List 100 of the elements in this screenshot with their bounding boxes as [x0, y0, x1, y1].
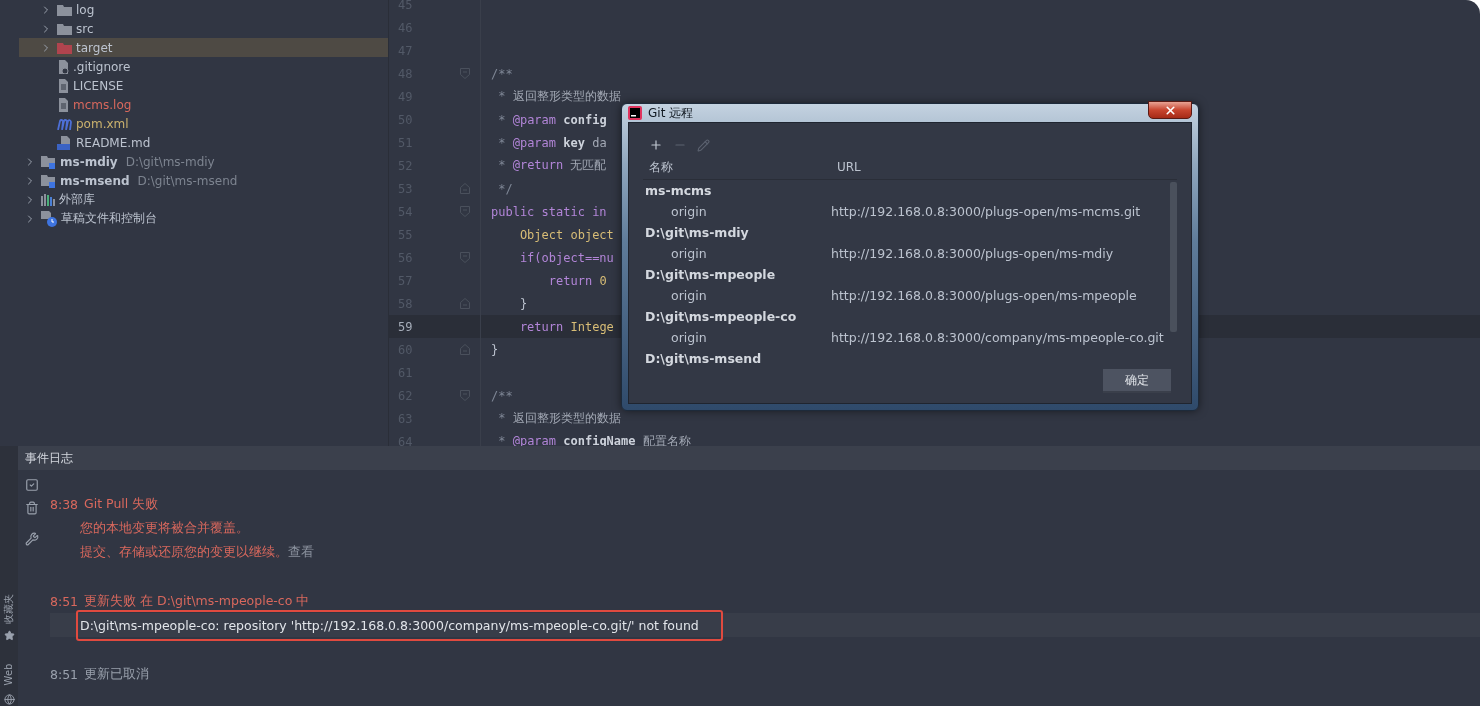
globe-icon — [3, 694, 15, 705]
close-button[interactable] — [1148, 101, 1192, 119]
remote-name: origin — [670, 204, 708, 219]
fold-icon[interactable] — [460, 183, 470, 194]
tree-item[interactable]: ms-msend D:\git\ms-msend — [19, 171, 388, 190]
scratch-file-icon — [41, 210, 57, 227]
fold-icon[interactable] — [460, 298, 470, 309]
repository-name: D:\git\ms-msend — [645, 351, 762, 366]
code-line: } — [518, 296, 528, 311]
remote-name: origin — [670, 288, 708, 303]
ok-button[interactable]: 确定 — [1103, 369, 1171, 393]
folder-icon — [57, 41, 72, 54]
tree-item-label: log — [76, 2, 95, 17]
event-time: 8:51 — [50, 593, 79, 609]
code-line: * 返回整形类型的数据 — [497, 410, 621, 427]
tree-item-label: target — [76, 40, 113, 55]
code-line: * 返回整形类型的数据 — [497, 88, 621, 105]
mark-read-icon[interactable] — [24, 478, 39, 492]
panel-title: 事件日志 — [18, 446, 1480, 470]
tree-item-label: ms-mdiy — [60, 154, 118, 169]
event-title: 更新已取消 — [84, 665, 150, 683]
tree-item[interactable]: pom.xml — [19, 114, 388, 133]
code-line: public static in — [491, 204, 607, 219]
fold-icon[interactable] — [460, 252, 470, 263]
remote-url: http://192.168.0.8:3000/plugs-open/ms-mcms.git — [831, 204, 1142, 219]
tree-item-label: LICENSE — [73, 78, 124, 93]
add-button[interactable] — [649, 138, 663, 152]
remote-name: origin — [670, 246, 708, 261]
code-line: if(object==nu — [518, 250, 614, 265]
event-message: 提交、存储或还原您的变更以继续。查看 — [80, 543, 314, 561]
tree-item[interactable]: ms-mdiy D:\git\ms-mdiy — [19, 152, 388, 171]
fold-icon[interactable] — [460, 206, 470, 217]
app-logo-icon — [628, 106, 642, 120]
close-icon — [1163, 103, 1177, 117]
trash-icon[interactable] — [24, 501, 39, 515]
module-path: D:\git\ms-mdiy — [125, 154, 215, 169]
tree-item-label: pom.xml — [76, 116, 129, 131]
tree-item[interactable]: log — [19, 0, 388, 19]
tree-item-label: README.md — [76, 135, 151, 150]
code-line: Object object — [518, 227, 614, 242]
tree-item[interactable]: LICENSE — [19, 76, 388, 95]
ignored-file-icon — [57, 59, 69, 74]
folder-icon — [57, 22, 72, 35]
maven-file-icon — [57, 117, 72, 130]
fold-icon[interactable] — [460, 68, 470, 79]
code-line: */ — [497, 181, 513, 196]
repository-name: D:\git\ms-mdiy — [645, 225, 749, 240]
dialog-title: Git 远程 — [648, 104, 695, 122]
code-line: /** — [491, 66, 513, 81]
tree-item-label: ms-msend — [60, 173, 130, 188]
view-link[interactable]: 查看 — [288, 543, 314, 559]
module-folder-icon — [41, 173, 56, 188]
repository-name: D:\git\ms-mpeople — [645, 267, 776, 282]
code-line: } — [491, 342, 499, 357]
tree-item[interactable]: README.md — [19, 133, 388, 152]
markdown-file-icon — [57, 135, 72, 150]
tree-item[interactable]: 草稿文件和控制台 — [19, 209, 388, 228]
code-line: * @param key da — [497, 135, 607, 150]
tree-item-label: .gitignore — [73, 59, 131, 74]
module-folder-icon — [41, 154, 56, 169]
tree-item[interactable]: 外部库 — [19, 190, 388, 209]
tree-item-label: 外部库 — [59, 191, 95, 208]
tree-item[interactable]: src — [19, 19, 388, 38]
fold-icon[interactable] — [460, 390, 470, 401]
library-icon — [41, 193, 55, 206]
event-message: D:\git\ms-mpeople-co: repository 'http://192.168.0.8:3000/company/ms-mpeople-co.git/' not found — [76, 609, 723, 641]
text-file-icon — [57, 97, 69, 112]
scrollbar[interactable] — [1170, 182, 1177, 332]
module-path: D:\git\ms-msend — [137, 173, 238, 188]
column-header: URL — [837, 160, 862, 174]
column-header: 名称 — [649, 158, 674, 176]
remote-url: http://192.168.0.8:3000/company/ms-mpeople-co.git — [831, 330, 1165, 345]
tree-item[interactable]: mcms.log — [19, 95, 388, 114]
wrench-icon[interactable] — [24, 532, 39, 546]
side-tab[interactable]: Web — [3, 663, 15, 686]
tree-item-label: 草稿文件和控制台 — [61, 210, 157, 227]
folder-icon — [57, 3, 72, 16]
event-time: 8:51 — [50, 666, 79, 682]
remote-url: http://192.168.0.8:3000/plugs-open/ms-mdiy — [831, 246, 1115, 261]
tree-item[interactable]: .gitignore — [19, 57, 388, 76]
tree-item[interactable]: target — [19, 38, 388, 57]
event-message: 您的本地变更将被合并覆盖。 — [80, 519, 249, 537]
tree-item-label: mcms.log — [73, 97, 132, 112]
code-line: * @param config — [497, 112, 607, 127]
code-line: return Intege — [518, 319, 614, 334]
edit-icon — [697, 138, 710, 152]
repository-name: ms-mcms — [645, 183, 712, 198]
remote-name: origin — [670, 330, 708, 345]
tree-item-label: src — [76, 21, 94, 36]
text-file-icon — [57, 78, 69, 93]
code-line: * @return 无匹配 — [497, 157, 607, 174]
side-tab[interactable]: 收藏夹 — [2, 594, 16, 624]
fold-icon[interactable] — [460, 344, 470, 355]
event-time: 8:38 — [50, 496, 79, 512]
line-number: 59 — [397, 319, 414, 334]
star-icon — [3, 630, 15, 641]
add-icon — [649, 138, 663, 152]
code-line: return 0 — [547, 273, 607, 288]
code-line: /** — [491, 388, 513, 403]
event-title: 更新失败 在 D:\git\ms-mpeople-co 中 — [84, 592, 310, 610]
